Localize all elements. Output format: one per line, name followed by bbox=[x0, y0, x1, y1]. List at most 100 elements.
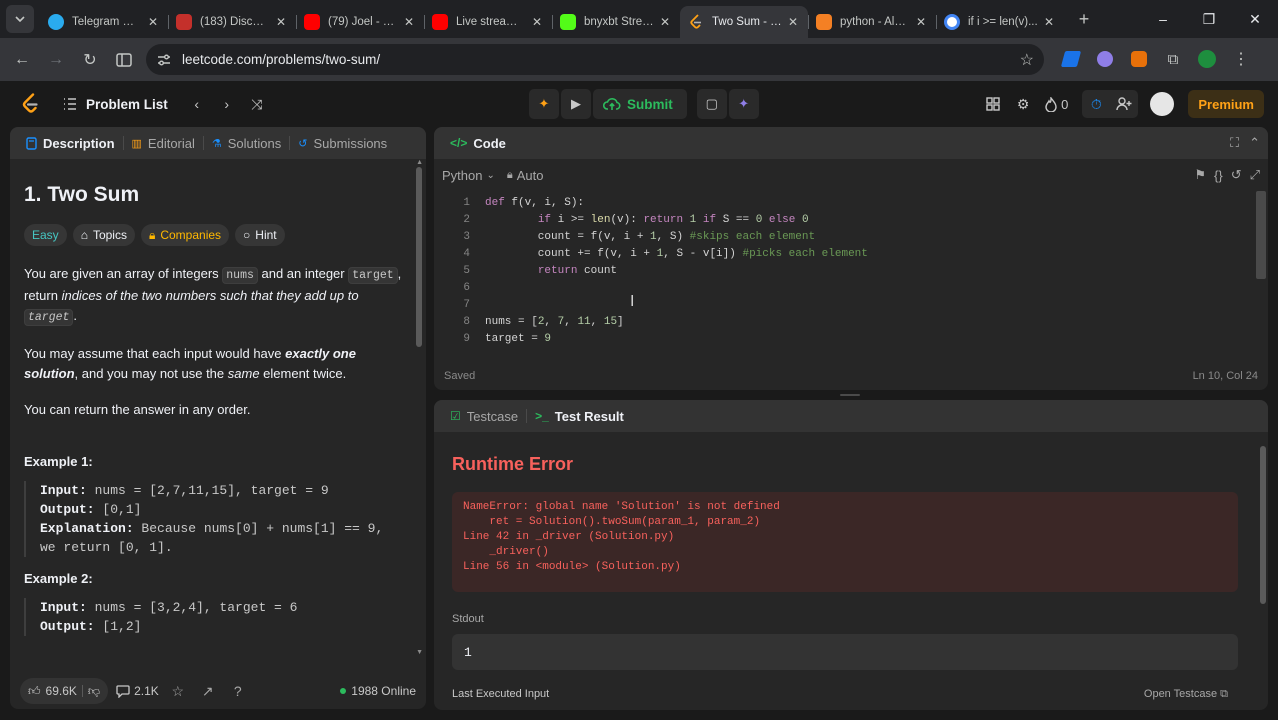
profile-icon[interactable] bbox=[1194, 44, 1220, 74]
leetcode-logo-icon[interactable] bbox=[20, 93, 40, 115]
code-line[interactable]: 5 return count bbox=[434, 263, 1268, 280]
debug-icon[interactable]: ✦ bbox=[529, 89, 559, 119]
help-question-icon[interactable]: ? bbox=[227, 680, 249, 702]
tab-submissions[interactable]: ↺ Submissions bbox=[290, 127, 395, 159]
tab-editorial[interactable]: ▥ Editorial bbox=[124, 127, 203, 159]
problem-title: 1. Two Sum bbox=[24, 183, 140, 206]
share-icon[interactable]: ↗ bbox=[197, 680, 219, 702]
code-editor[interactable]: 1 def f(v, i, S): 2 if i >= len(v): return… bbox=[434, 195, 1268, 359]
close-tab-icon[interactable]: ✕ bbox=[914, 15, 928, 29]
ai-sparkle-icon[interactable]: ✦ bbox=[728, 89, 759, 119]
layout-grid-icon[interactable] bbox=[979, 90, 1007, 118]
prev-problem-chevron-icon[interactable]: ‹ bbox=[182, 89, 212, 119]
extension-icon[interactable] bbox=[1092, 44, 1118, 74]
run-play-icon[interactable]: ▶ bbox=[561, 89, 591, 119]
bookmark-icon[interactable]: ⚑ bbox=[1194, 167, 1206, 183]
restore-icon[interactable]: ❐ bbox=[1186, 0, 1232, 38]
browser-tab[interactable]: bnyxbt Strea... ✕ bbox=[552, 6, 680, 38]
close-tab-icon[interactable]: ✕ bbox=[146, 15, 160, 29]
code-panel: </> Code ⛶ ⌃ Python ⌄ 🔒︎ Auto ⚑ {} ↺ ⤢ 1… bbox=[434, 127, 1268, 390]
last-executed-input-label: Last Executed Input bbox=[452, 688, 550, 700]
companies-tag[interactable]: 🔒︎ Companies bbox=[140, 224, 230, 246]
favorite-star-icon[interactable]: ☆ bbox=[167, 680, 189, 702]
code-line[interactable]: 9 target = 9 bbox=[434, 331, 1268, 348]
premium-button[interactable]: Premium bbox=[1188, 90, 1264, 118]
topics-tag[interactable]: ⌂ Topics bbox=[72, 224, 135, 246]
browser-tab[interactable]: python - Alg... ✕ bbox=[808, 6, 936, 38]
settings-gear-icon[interactable]: ⚙ bbox=[1009, 90, 1037, 118]
window-close-icon[interactable]: ✕ bbox=[1232, 0, 1278, 38]
tab-test-result[interactable]: >_ Test Result bbox=[527, 400, 632, 432]
format-braces-icon[interactable]: {} bbox=[1214, 167, 1223, 183]
comment-icon[interactable]: 2.1K bbox=[116, 680, 159, 702]
code-line[interactable]: 1 def f(v, i, S): bbox=[434, 195, 1268, 212]
code-line[interactable]: 7 bbox=[434, 297, 1268, 314]
test-scrollbar[interactable] bbox=[1260, 446, 1266, 604]
scroll-up-arrow-icon[interactable]: ▲ bbox=[416, 159, 423, 166]
new-tab-plus-icon[interactable]: + bbox=[1070, 5, 1098, 33]
language-select[interactable]: Python ⌄ bbox=[442, 168, 495, 183]
next-problem-chevron-icon[interactable]: › bbox=[212, 89, 242, 119]
forward-arrow-icon[interactable]: → bbox=[40, 44, 72, 76]
reset-undo-icon[interactable]: ↺ bbox=[1231, 167, 1242, 183]
back-arrow-icon[interactable]: ← bbox=[6, 44, 38, 76]
submit-button[interactable]: Submit bbox=[593, 89, 687, 119]
reload-icon[interactable]: ↻ bbox=[74, 44, 106, 76]
notes-icon[interactable]: ▢ bbox=[696, 89, 727, 119]
sidebar-icon[interactable] bbox=[108, 44, 140, 76]
auto-mode[interactable]: 🔒︎ Auto bbox=[507, 168, 544, 183]
user-avatar[interactable] bbox=[1150, 92, 1175, 116]
code-tab[interactable]: </> Code bbox=[442, 127, 514, 159]
close-tab-icon[interactable]: ✕ bbox=[658, 15, 672, 29]
browser-tab[interactable]: (183) Discor... ✕ bbox=[168, 6, 296, 38]
tab-solutions[interactable]: ⚗ Solutions bbox=[204, 127, 289, 159]
close-tab-icon[interactable]: ✕ bbox=[274, 15, 288, 29]
address-bar[interactable]: leetcode.com/problems/two-sum/ ☆ bbox=[146, 44, 1044, 75]
code-line[interactable]: 6 bbox=[434, 280, 1268, 297]
hint-tag[interactable]: ○ Hint bbox=[235, 224, 285, 246]
close-tab-icon[interactable]: ✕ bbox=[530, 15, 544, 29]
scroll-down-arrow-icon[interactable]: ▼ bbox=[416, 649, 423, 656]
browser-tab[interactable]: Live streami... ✕ bbox=[424, 6, 552, 38]
browser-tab[interactable]: if i >= len(v)... ✕ bbox=[936, 6, 1064, 38]
panel-splitter[interactable] bbox=[840, 394, 860, 396]
shuffle-icon[interactable]: ⤨ bbox=[242, 89, 272, 119]
browser-menu-icon[interactable]: ⋮ bbox=[1228, 44, 1254, 74]
extensions-puzzle-icon[interactable]: ⧉ bbox=[1160, 44, 1186, 74]
browser-tab[interactable]: Telegram W... ✕ bbox=[40, 6, 168, 38]
code-line[interactable]: 8 nums = [2, 7, 11, 15] bbox=[434, 314, 1268, 331]
code-line[interactable]: 2 if i >= len(v): return 1 if S == 0 els… bbox=[434, 212, 1268, 229]
timer-icon[interactable]: ⏱ bbox=[1082, 90, 1110, 118]
extension-icon[interactable] bbox=[1126, 44, 1152, 74]
description-scrollbar[interactable] bbox=[416, 167, 422, 347]
code-text: count = f(v, i + 1, S) #skips each eleme… bbox=[485, 231, 816, 243]
close-tab-icon[interactable]: ✕ bbox=[1042, 15, 1056, 29]
browser-tab-active[interactable]: Two Sum - L... ✕ bbox=[680, 6, 808, 38]
browser-tab-strip: Telegram W... ✕ (183) Discor... ✕ (79) Joe… bbox=[0, 0, 1278, 38]
thumbs-up-icon[interactable]: 👍︎ bbox=[28, 684, 41, 699]
open-testcase-link[interactable]: Open Testcase ⧉ bbox=[1144, 688, 1228, 701]
extension-icon[interactable] bbox=[1058, 44, 1084, 74]
problem-list-link[interactable]: Problem List bbox=[62, 97, 168, 112]
tab-description[interactable]: Description bbox=[18, 127, 123, 159]
example-heading: Example 2: bbox=[24, 571, 93, 586]
fullscreen-icon[interactable]: ⛶ bbox=[1230, 135, 1239, 151]
site-info-icon[interactable] bbox=[150, 46, 178, 74]
editor-scrollbar[interactable] bbox=[1256, 191, 1266, 279]
code-text: return count bbox=[537, 265, 618, 277]
expand-icon[interactable]: ⤢ bbox=[1250, 167, 1260, 183]
browser-tab[interactable]: (79) Joel - Yo... ✕ bbox=[296, 6, 424, 38]
close-tab-icon[interactable]: ✕ bbox=[786, 15, 800, 29]
code-line[interactable]: 4 count += f(v, i + 1, S - v[i]) #picks … bbox=[434, 246, 1268, 263]
add-user-icon[interactable] bbox=[1110, 90, 1138, 118]
code-line[interactable]: 3 count = f(v, i + 1, S) #skips each ele… bbox=[434, 229, 1268, 246]
close-tab-icon[interactable]: ✕ bbox=[402, 15, 416, 29]
tab-label: bnyxbt Strea... bbox=[584, 16, 654, 28]
tab-search-button[interactable] bbox=[6, 5, 34, 33]
streak-counter[interactable]: 0 bbox=[1039, 96, 1074, 112]
minimize-icon[interactable]: – bbox=[1140, 0, 1186, 38]
tab-testcase[interactable]: ☑ Testcase bbox=[442, 400, 526, 432]
thumbs-down-icon[interactable]: 👎︎ bbox=[88, 684, 100, 699]
collapse-chevron-up-icon[interactable]: ⌃ bbox=[1249, 135, 1260, 151]
bookmark-star-icon[interactable]: ☆ bbox=[1020, 50, 1034, 70]
